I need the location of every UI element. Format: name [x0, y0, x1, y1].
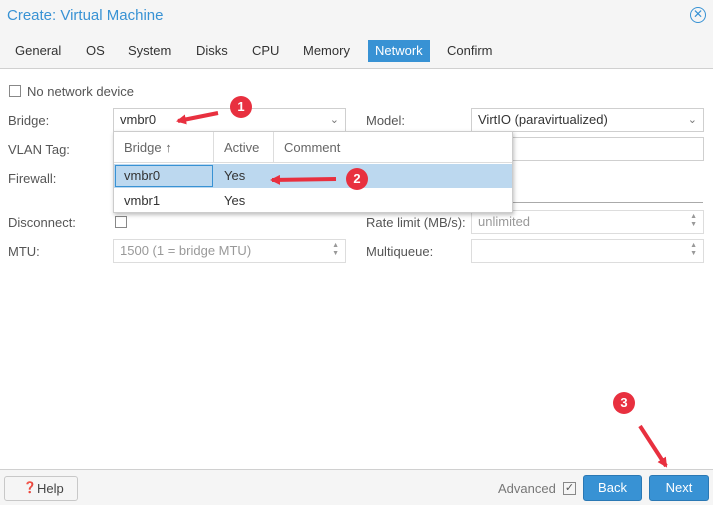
annotation-arrow-3: [638, 424, 668, 468]
annotation-badge-3: 3: [613, 392, 635, 414]
annotation-badge-1: 1: [230, 96, 252, 118]
annotation-arrow-1: [176, 111, 219, 125]
annotation-badge-2: 2: [346, 168, 368, 190]
annotation-arrow-2: [270, 174, 337, 185]
annotation-arrows: [176, 111, 668, 468]
